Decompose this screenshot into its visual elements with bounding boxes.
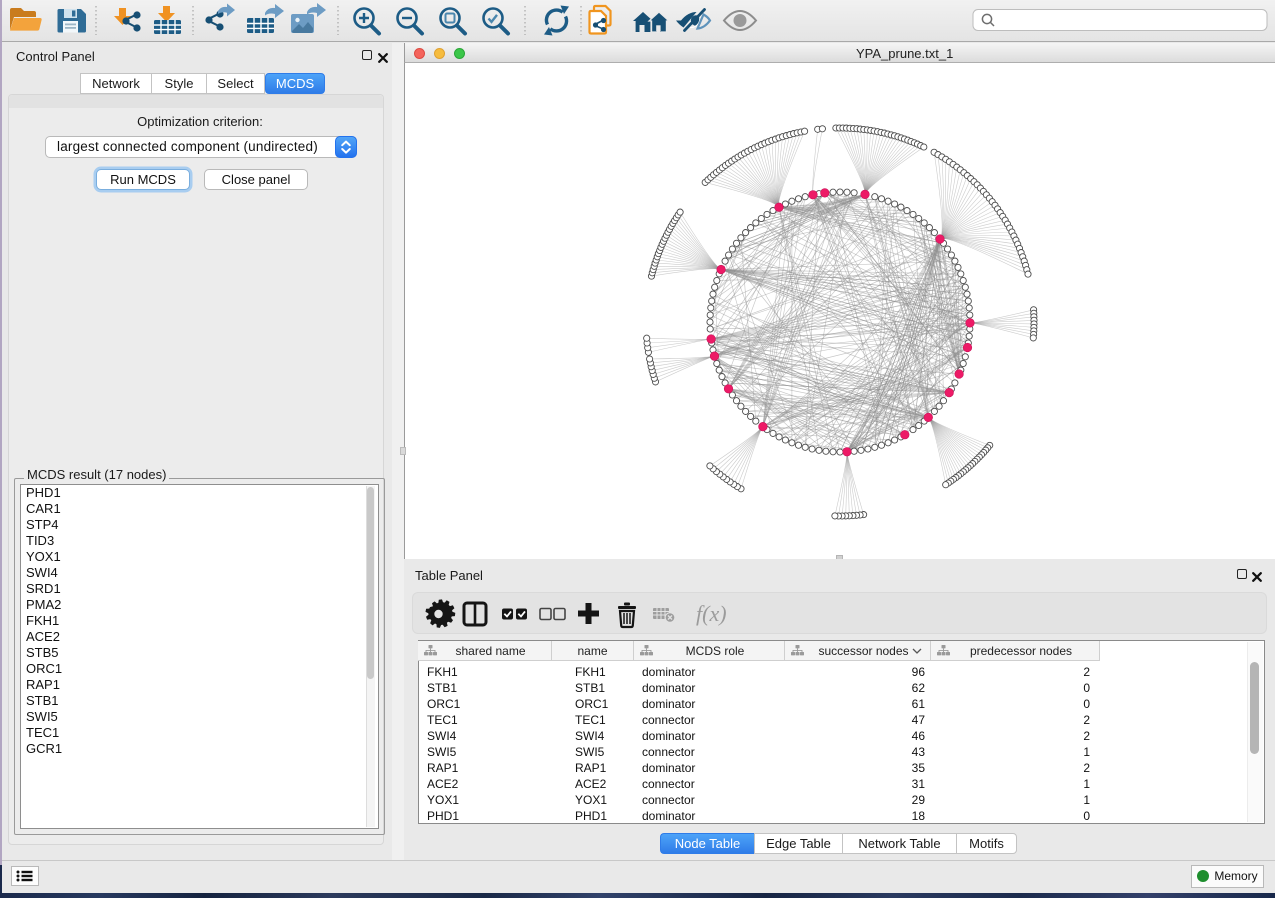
- svg-text:f(x): f(x): [696, 601, 727, 626]
